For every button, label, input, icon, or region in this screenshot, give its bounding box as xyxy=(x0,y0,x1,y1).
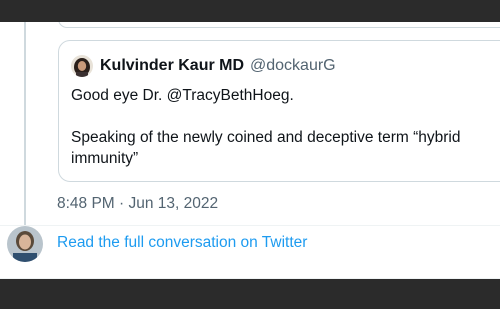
top-dark-bar xyxy=(0,0,500,22)
read-full-conversation-link[interactable]: Read the full conversation on Twitter xyxy=(57,234,307,252)
tweet-embed-card: Kulvinder Kaur MD @dockaurG Good eye Dr.… xyxy=(0,22,500,279)
avatar-icon[interactable] xyxy=(71,55,93,77)
user-avatar-icon[interactable] xyxy=(7,226,43,262)
bottom-dark-bar xyxy=(0,279,500,309)
quoted-author-name[interactable]: Kulvinder Kaur MD xyxy=(100,57,244,75)
thread-line xyxy=(24,22,26,225)
quoted-author-handle[interactable]: @dockaurG xyxy=(250,57,336,75)
quoted-tweet[interactable]: Kulvinder Kaur MD @dockaurG Good eye Dr.… xyxy=(58,40,500,182)
quoted-tweet-header: Kulvinder Kaur MD @dockaurG xyxy=(71,55,336,77)
tweet-timestamp[interactable]: 8:48 PM · Jun 13, 2022 xyxy=(57,195,218,213)
previous-quote-edge xyxy=(58,22,500,28)
quoted-tweet-text: Good eye Dr. @TracyBethHoeg. Speaking of… xyxy=(71,87,461,167)
divider xyxy=(0,225,500,226)
